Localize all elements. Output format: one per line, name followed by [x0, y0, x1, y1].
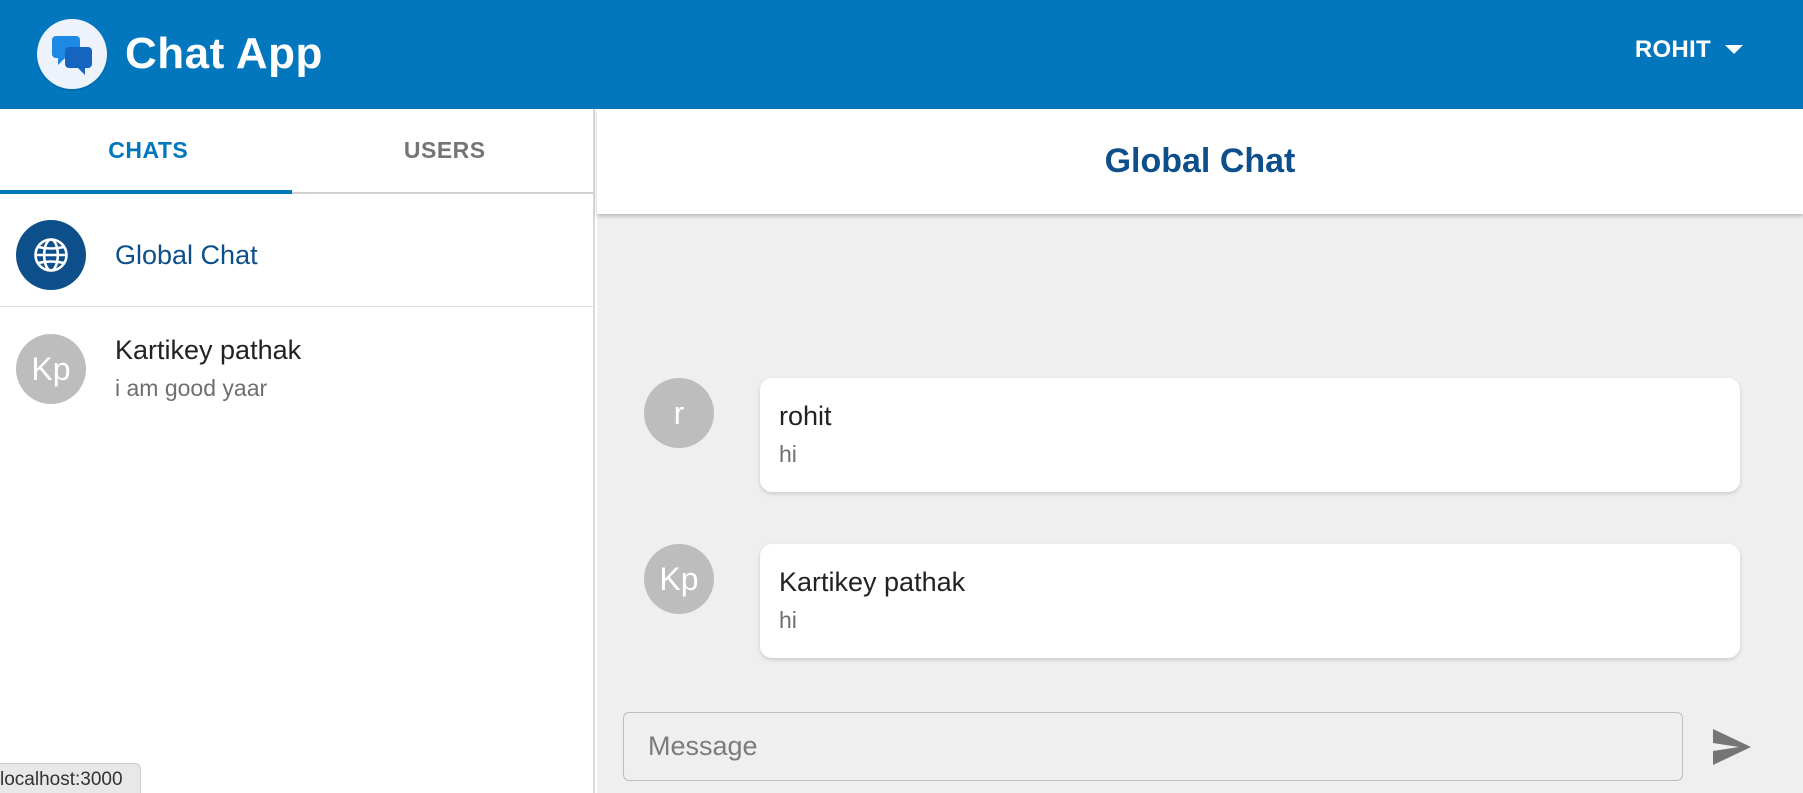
- user-name: ROHIT: [1634, 36, 1711, 63]
- message-item: r rohit hi: [644, 378, 1794, 492]
- chat-header: Global Chat: [597, 109, 1803, 214]
- app-title: Chat App: [125, 29, 323, 78]
- message-text: hi: [779, 607, 797, 633]
- user-menu-button[interactable]: ROHIT: [1635, 36, 1743, 64]
- app-bar: Chat App ROHIT: [0, 0, 1803, 109]
- chat-item-name: Global Chat: [115, 240, 258, 270]
- message-item: Kp Kartikey pathak hi: [644, 544, 1794, 658]
- chat-bubbles-icon: [37, 19, 107, 89]
- chat-panel: Global Chat r rohit hi Kp Kartikey patha…: [597, 109, 1803, 793]
- message-bubble: Kartikey pathak hi: [760, 544, 1740, 658]
- brand: Chat App: [37, 19, 323, 89]
- chat-item-name: Kartikey pathak: [115, 335, 302, 365]
- avatar: Kp: [16, 334, 86, 404]
- chat-item-global-chat[interactable]: Global Chat: [0, 194, 593, 307]
- send-icon[interactable]: [1711, 727, 1753, 767]
- chat-item-kartikey-pathak[interactable]: Kp Kartikey pathak i am good yaar: [0, 307, 593, 420]
- chat-item-preview: i am good yaar: [115, 375, 268, 401]
- avatar: Kp: [644, 544, 714, 614]
- sidebar-tabs: CHATS USERS: [0, 109, 593, 194]
- status-url-tooltip: localhost:3000: [0, 763, 141, 793]
- chat-title: Global Chat: [1104, 142, 1296, 180]
- caret-down-icon: [1725, 45, 1743, 54]
- message-bubble: rohit hi: [760, 378, 1740, 492]
- message-input[interactable]: [623, 712, 1683, 781]
- message-author: Kartikey pathak: [779, 567, 966, 597]
- sidebar: CHATS USERS Global Chat Kp Kartikey path…: [0, 109, 595, 793]
- message-text: hi: [779, 441, 797, 467]
- globe-icon: [16, 220, 86, 290]
- avatar: r: [644, 378, 714, 448]
- message-author: rohit: [779, 401, 832, 431]
- tab-users[interactable]: USERS: [297, 109, 594, 192]
- tab-chats[interactable]: CHATS: [0, 109, 297, 192]
